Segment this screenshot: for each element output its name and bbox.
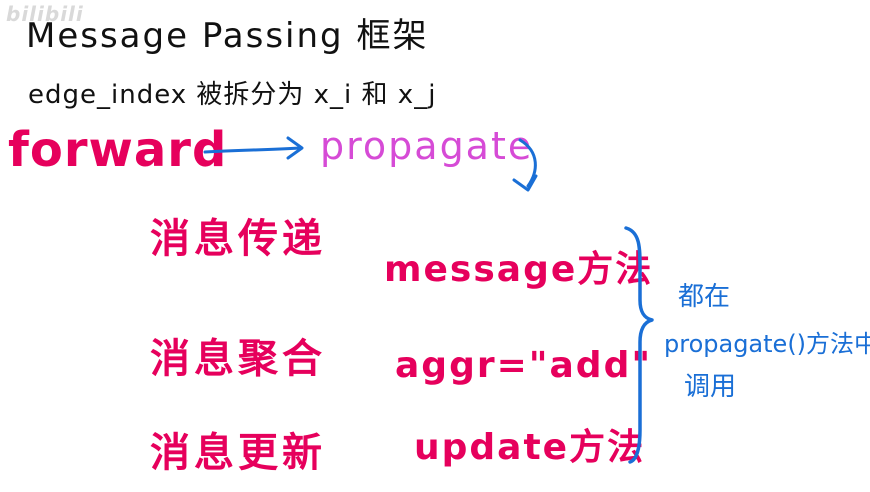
arrow-right-icon	[203, 136, 304, 160]
right-brace-icon	[624, 226, 654, 464]
curved-down-arrow-icon	[512, 138, 538, 192]
annotation-strokes	[203, 136, 654, 464]
